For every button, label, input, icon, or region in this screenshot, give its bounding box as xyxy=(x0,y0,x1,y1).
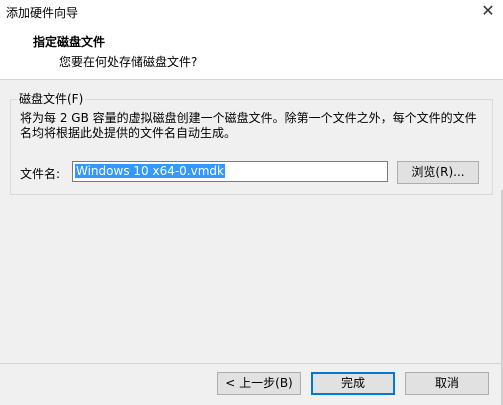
back-button[interactable]: < 上一步(B) xyxy=(217,372,301,395)
file-name-label: 文件名: xyxy=(20,167,61,181)
page-title: 指定磁盘文件 xyxy=(33,35,106,49)
finish-button[interactable]: 完成 xyxy=(311,372,395,395)
window-title: 添加硬件向导 xyxy=(6,6,79,20)
page-subtitle: 您要在何处存储磁盘文件? xyxy=(59,55,198,69)
group-legend: 磁盘文件(F) xyxy=(17,90,86,107)
file-name-input[interactable]: Windows 10 x64-0.vmdk xyxy=(72,161,388,182)
footer-divider xyxy=(0,363,503,364)
cancel-button[interactable]: 取消 xyxy=(405,372,489,395)
close-icon[interactable]: ✕ xyxy=(473,0,503,22)
browse-button[interactable]: 浏览(R)... xyxy=(397,161,479,184)
file-name-value: Windows 10 x64-0.vmdk xyxy=(75,164,225,178)
group-description: 将为每 2 GB 容量的虚拟磁盘创建一个磁盘文件。除第一个文件之外，每个文件的文… xyxy=(20,111,477,140)
wizard-header: 指定磁盘文件 您要在何处存储磁盘文件? xyxy=(0,22,503,80)
add-hardware-wizard-window: 添加硬件向导 ✕ 指定磁盘文件 您要在何处存储磁盘文件? 磁盘文件(F) 将为每… xyxy=(0,0,503,405)
title-bar[interactable]: 添加硬件向导 ✕ xyxy=(0,0,503,22)
